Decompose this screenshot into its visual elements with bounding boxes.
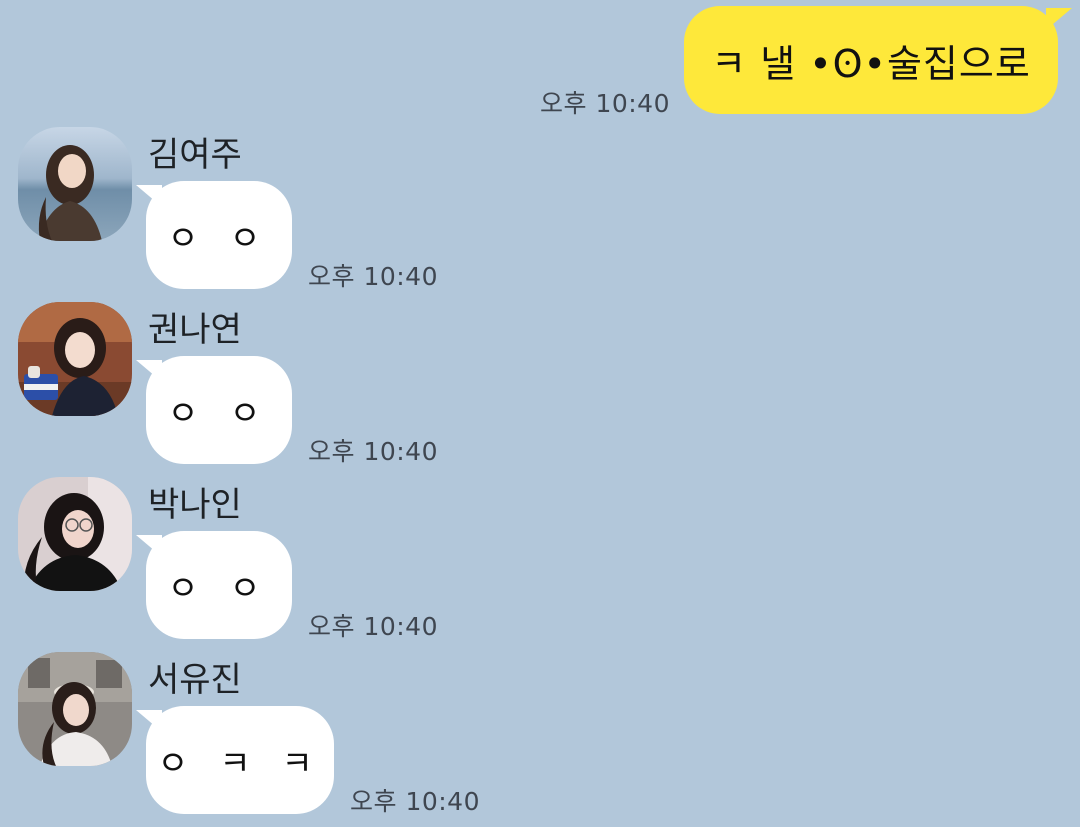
outgoing-time: 오후 10:40: [540, 89, 670, 118]
message-time: 오후 10:40: [350, 787, 480, 816]
bubble-tail: [136, 710, 162, 732]
sender-name: 서유진: [148, 660, 242, 700]
sender-name: 김여주: [148, 135, 242, 175]
incoming-message: 박나인 ㅇ ㅇ 오후 10:40: [0, 477, 1080, 652]
profile-photo-icon[interactable]: [18, 652, 132, 766]
message-text: ㅇ ㅋ ㅋ: [157, 743, 323, 784]
message-bubble[interactable]: ㅇ ㅋ ㅋ: [136, 706, 334, 814]
sender-name: 권나연: [148, 310, 242, 350]
message-text: ㅇ ㅇ: [167, 393, 271, 434]
message-text: ㅇ ㅇ: [167, 568, 271, 609]
outgoing-text: ㅋ 낼 •ʘ•술집으로: [711, 41, 1031, 86]
message-text: ㅇ ㅇ: [167, 218, 271, 259]
incoming-message: 서유진 ㅇ ㅋ ㅋ 오후 10:40: [0, 652, 1080, 827]
bubble-tail: [136, 360, 162, 382]
message-bubble[interactable]: ㅇ ㅇ: [136, 531, 292, 639]
incoming-message: 김여주 ㅇ ㅇ 오후 10:40: [0, 127, 1080, 302]
incoming-message: 권나연 ㅇ ㅇ 오후 10:40: [0, 302, 1080, 477]
bubble-tail: [136, 535, 162, 557]
message-time: 오후 10:40: [308, 262, 438, 291]
profile-photo-icon[interactable]: [18, 477, 132, 591]
bubble-tail: [1046, 8, 1072, 30]
bubble-tail: [136, 185, 162, 207]
profile-photo-icon[interactable]: [18, 127, 132, 241]
message-bubble[interactable]: ㅇ ㅇ: [136, 181, 292, 289]
message-time: 오후 10:40: [308, 612, 438, 641]
message-time: 오후 10:40: [308, 437, 438, 466]
outgoing-bubble[interactable]: ㅋ 낼 •ʘ•술집으로: [684, 6, 1072, 114]
message-bubble[interactable]: ㅇ ㅇ: [136, 356, 292, 464]
chat-room: ㅋ 낼 •ʘ•술집으로 오후 10:40 김여주 ㅇ ㅇ 오후 10:40 권나…: [0, 0, 1080, 819]
sender-name: 박나인: [148, 485, 242, 525]
profile-photo-icon[interactable]: [18, 302, 132, 416]
